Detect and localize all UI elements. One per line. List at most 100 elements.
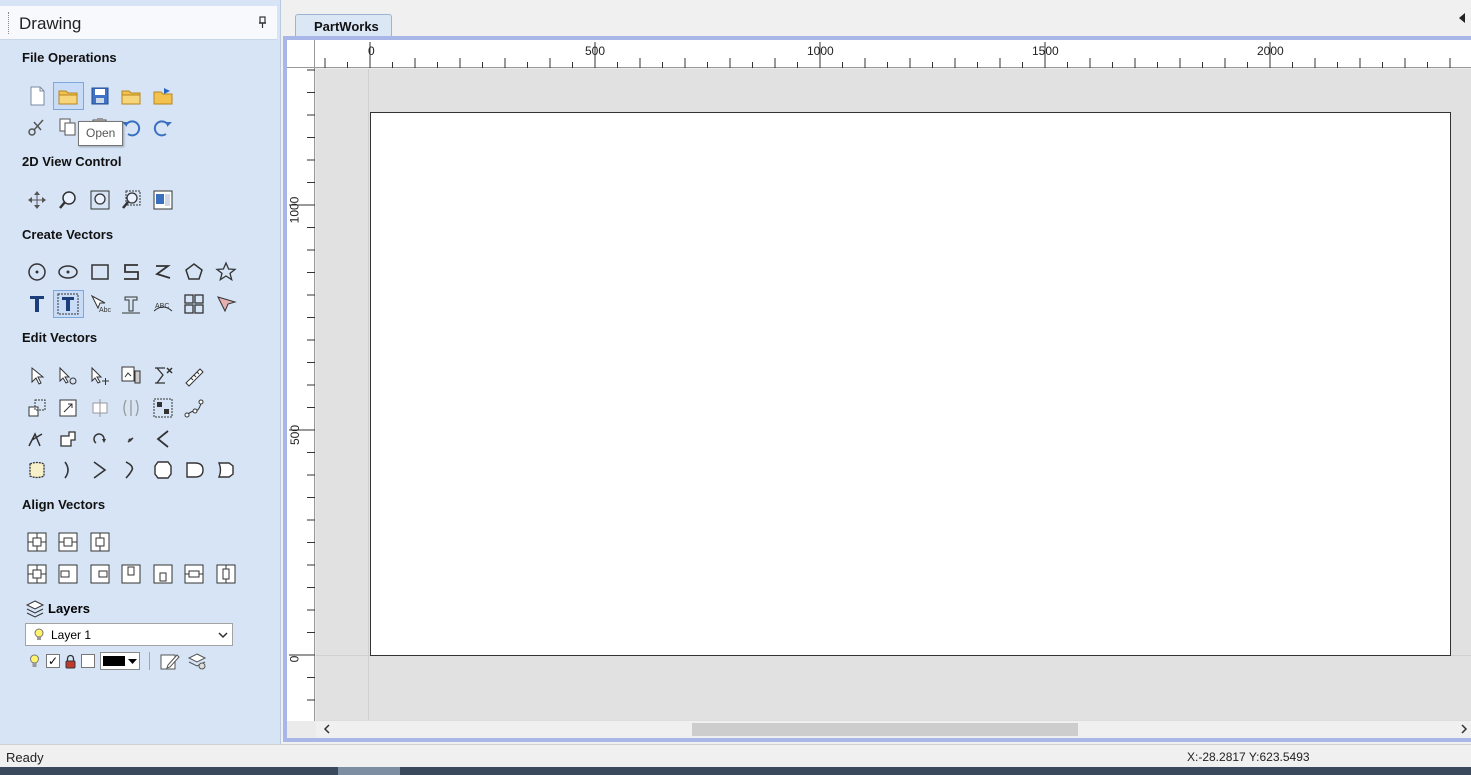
- polygon-icon[interactable]: [179, 258, 211, 286]
- notch-shape-icon[interactable]: [210, 456, 242, 484]
- section-create-vectors: Create Vectors: [22, 227, 114, 242]
- smooth-shape-icon[interactable]: [179, 456, 211, 484]
- align-horizontal-center-icon[interactable]: [53, 528, 85, 556]
- layer-color-picker[interactable]: [100, 652, 140, 670]
- close-vector-icon[interactable]: [53, 456, 85, 484]
- folder-icon[interactable]: [116, 82, 148, 110]
- small-node-icon[interactable]: [116, 425, 148, 453]
- mirror-icon[interactable]: [84, 394, 116, 422]
- status-bar: Ready X:-28.2817 Y:623.5493: [0, 744, 1471, 767]
- arc-text-icon[interactable]: ABC: [147, 290, 179, 318]
- closed-shape-icon[interactable]: [147, 456, 179, 484]
- pin-icon[interactable]: [256, 15, 270, 29]
- ruler-vertical-ticks: [289, 69, 315, 701]
- zoom-extents-icon[interactable]: [84, 186, 116, 214]
- select-icon[interactable]: [21, 362, 53, 390]
- redo-icon[interactable]: [147, 113, 179, 141]
- align-top-icon[interactable]: [116, 560, 148, 588]
- scale-delete-icon[interactable]: [147, 362, 179, 390]
- tab-partworks[interactable]: PartWorks: [295, 14, 392, 37]
- layer-properties-icon[interactable]: [159, 651, 181, 671]
- ruler-top-label-500: 500: [585, 44, 606, 58]
- curve-corner-icon[interactable]: [116, 456, 148, 484]
- array-icon[interactable]: [179, 290, 211, 318]
- layer-lock-checkbox[interactable]: [81, 654, 95, 668]
- export-folder-icon[interactable]: [147, 82, 179, 110]
- move-icon[interactable]: [116, 362, 148, 390]
- create-vectors-row-2: Abc ABC: [21, 290, 242, 318]
- fillet-icon[interactable]: [84, 425, 116, 453]
- align-bottom-icon[interactable]: [147, 560, 179, 588]
- align-vectors-row-1: [21, 528, 116, 556]
- star-icon[interactable]: [210, 258, 242, 286]
- align-center-icon[interactable]: [21, 528, 53, 556]
- lock-icon[interactable]: [65, 654, 76, 669]
- layer-visible-icon[interactable]: [28, 654, 41, 669]
- document-tabbar: PartWorks: [281, 0, 1471, 38]
- polyline-icon[interactable]: [116, 258, 148, 286]
- center-in-material-icon[interactable]: [21, 560, 53, 588]
- align-middle-vertical-icon[interactable]: [210, 560, 242, 588]
- rectangle-icon[interactable]: [84, 258, 116, 286]
- chevron-left-icon[interactable]: [1457, 12, 1467, 24]
- section-align-vectors: Align Vectors: [22, 497, 106, 512]
- text-icon[interactable]: [21, 290, 53, 318]
- align-vectors-row-2: [21, 560, 242, 588]
- section-2d-view-control: 2D View Control: [22, 154, 122, 169]
- text-box-icon[interactable]: [52, 290, 84, 318]
- rotate-icon[interactable]: [21, 394, 53, 422]
- align-vertical-center-icon[interactable]: [84, 528, 116, 556]
- align-right-icon[interactable]: [84, 560, 116, 588]
- ruler-top-label-1000: 1000: [807, 44, 834, 58]
- ellipse-icon[interactable]: [53, 258, 85, 286]
- transform-icon[interactable]: [84, 362, 116, 390]
- ruler-horizontal-ticks: [324, 42, 1451, 68]
- layer-manager-icon[interactable]: [186, 651, 208, 671]
- curve-icon[interactable]: [147, 258, 179, 286]
- trim-icon[interactable]: [21, 425, 53, 453]
- chevron-down-icon: [218, 632, 228, 639]
- cut-icon[interactable]: [21, 113, 53, 141]
- section-edit-vectors: Edit Vectors: [22, 330, 98, 345]
- arc-tool-icon[interactable]: [147, 425, 179, 453]
- join-icon[interactable]: [179, 394, 211, 422]
- drawing-canvas[interactable]: [316, 69, 1471, 721]
- chevron-down-icon: [128, 658, 137, 664]
- open-file-icon[interactable]: [52, 82, 84, 110]
- distort-icon[interactable]: [116, 394, 148, 422]
- svg-text:Abc: Abc: [99, 307, 111, 314]
- auto-layout-text-icon[interactable]: [116, 290, 148, 318]
- align-left-icon[interactable]: [53, 560, 85, 588]
- scrollbar-thumb[interactable]: [692, 723, 1078, 736]
- layer-select[interactable]: Layer 1: [25, 623, 233, 646]
- save-icon[interactable]: [84, 82, 116, 110]
- trace-bitmap-icon[interactable]: [210, 290, 242, 318]
- svg-text:ABC: ABC: [155, 303, 169, 310]
- scroll-right-icon[interactable]: [1457, 722, 1471, 736]
- taskbar-item[interactable]: [338, 767, 400, 775]
- node-edit-icon[interactable]: [53, 362, 85, 390]
- circle-icon[interactable]: [21, 258, 53, 286]
- pan-icon[interactable]: [21, 186, 53, 214]
- view-toggle-icon[interactable]: [147, 186, 179, 214]
- horizontal-scrollbar[interactable]: [316, 720, 1471, 738]
- corner-icon[interactable]: [84, 456, 116, 484]
- canvas-origin-vertical: [368, 69, 369, 721]
- zoom-selected-icon[interactable]: [116, 186, 148, 214]
- resize-icon[interactable]: [53, 394, 85, 422]
- text-on-curve-icon[interactable]: Abc: [84, 290, 116, 318]
- material-sheet[interactable]: [370, 112, 1451, 656]
- weld-icon[interactable]: [53, 425, 85, 453]
- layer-visible-checkbox[interactable]: ✓: [46, 654, 60, 668]
- edit-vectors-row-4: [21, 456, 242, 484]
- offset-icon[interactable]: [21, 456, 53, 484]
- measure-icon[interactable]: [179, 362, 211, 390]
- panel-grip[interactable]: [8, 12, 11, 34]
- edit-vectors-row-2: [21, 394, 210, 422]
- align-middle-horizontal-icon[interactable]: [179, 560, 211, 588]
- zoom-box-icon[interactable]: [53, 186, 85, 214]
- group-icon[interactable]: [147, 394, 179, 422]
- scroll-left-icon[interactable]: [320, 722, 334, 736]
- new-file-icon[interactable]: [21, 82, 53, 110]
- section-file-operations: File Operations: [22, 50, 117, 65]
